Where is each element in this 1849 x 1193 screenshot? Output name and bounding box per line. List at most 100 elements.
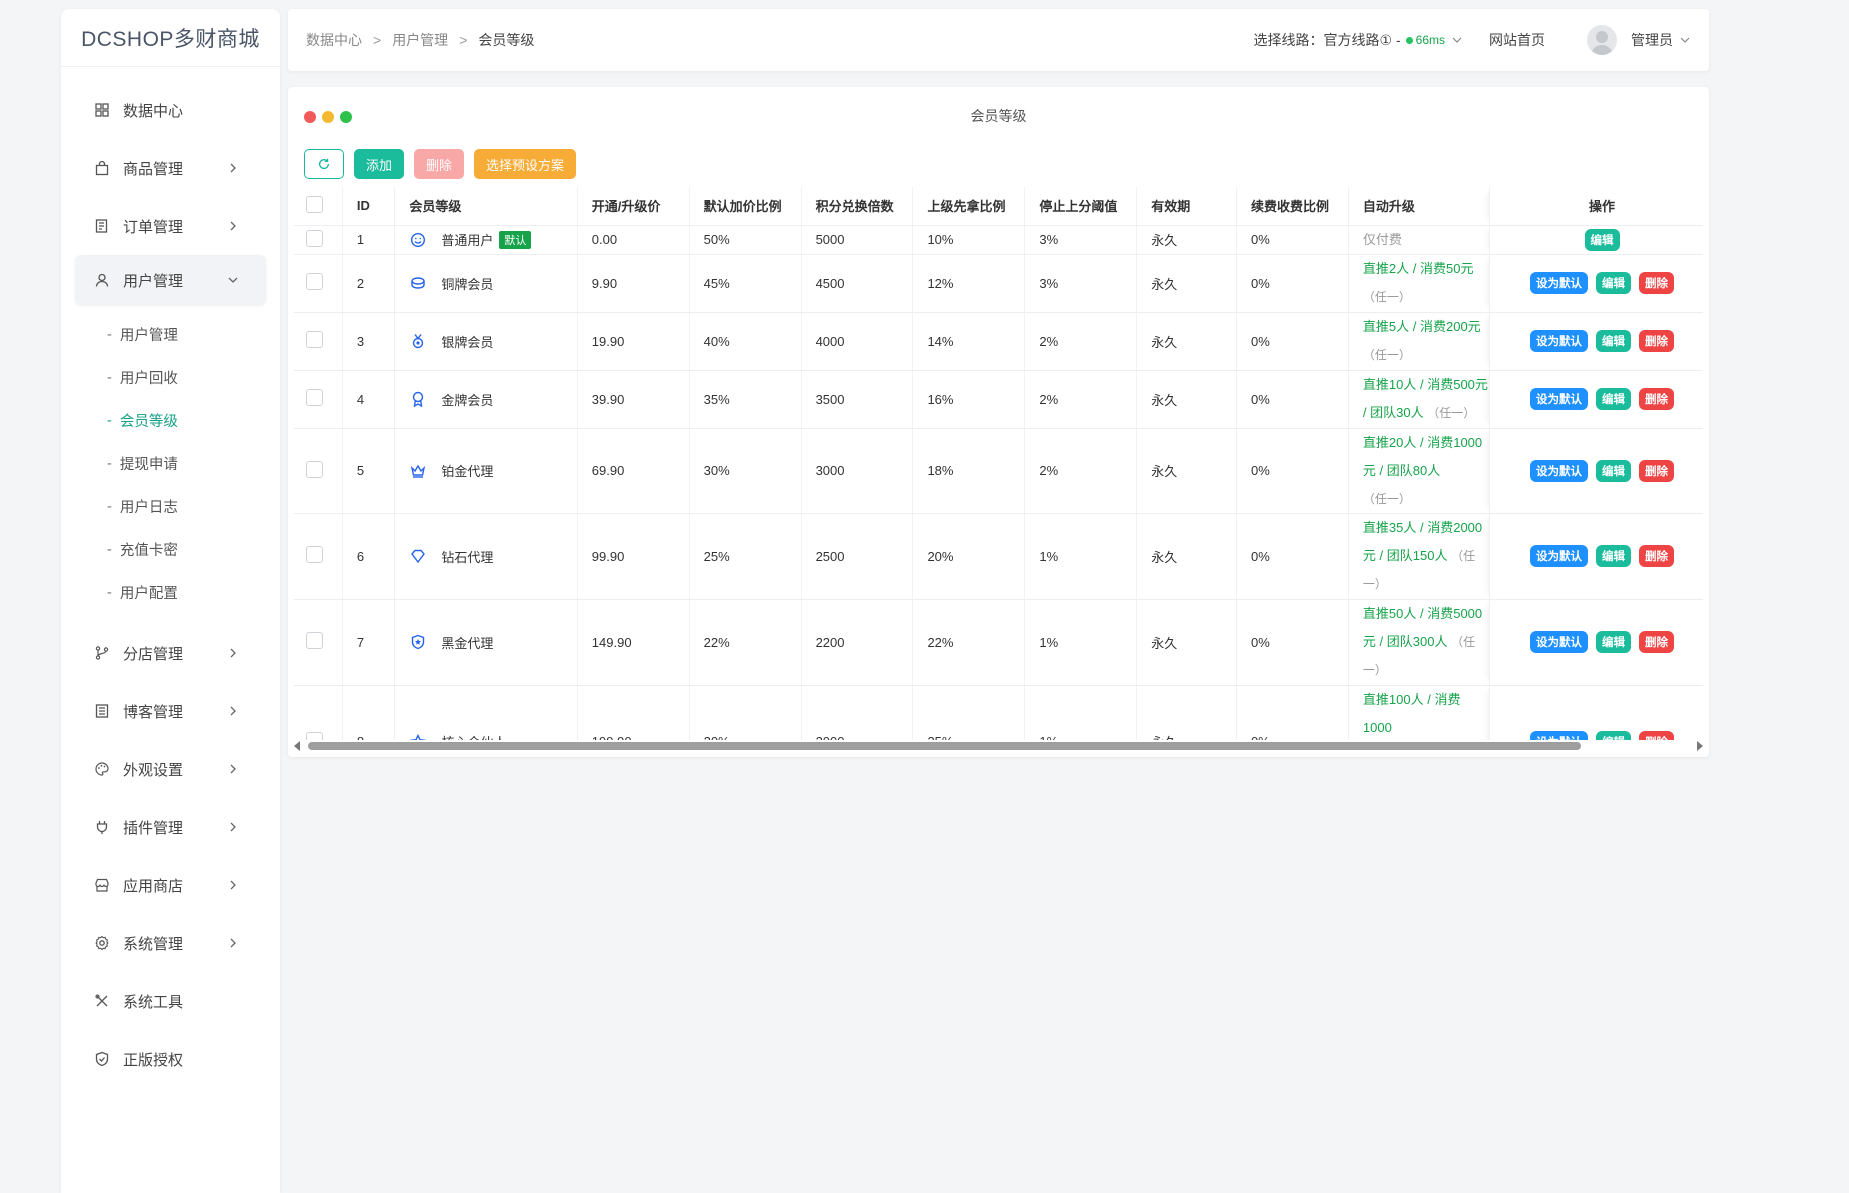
level-name: 铂金代理 bbox=[441, 464, 494, 479]
user-name: 管理员 bbox=[1631, 32, 1673, 48]
table-header-row: ID 会员等级 开通/升级价 默认加价比例 积分兑换倍数 上级先拿比例 停止上分阈值 有效期续… bbox=[294, 187, 1703, 226]
edit-button[interactable]: 编辑 bbox=[1596, 330, 1632, 352]
submenu-item[interactable]: - 提现申请 bbox=[61, 442, 280, 485]
tools-icon bbox=[93, 992, 111, 1010]
scroll-left-icon[interactable] bbox=[294, 741, 300, 751]
edit-button[interactable]: 编辑 bbox=[1596, 545, 1632, 567]
sidebar-item-shield-check[interactable]: 正版授权 bbox=[61, 1030, 280, 1088]
sidebar-item-branch[interactable]: 分店管理 bbox=[61, 624, 280, 682]
cell-operations: 设为默认编辑删除 bbox=[1489, 370, 1703, 429]
submenu-dash: - bbox=[107, 541, 112, 558]
sidebar-arrow bbox=[226, 161, 240, 175]
submenu-item[interactable]: - 充值卡密 bbox=[61, 528, 280, 571]
breadcrumb-item[interactable]: 用户管理 bbox=[392, 30, 448, 50]
sidebar-item-tools[interactable]: 系统工具 bbox=[61, 972, 280, 1030]
cell-auto-upgrade: 直推2人 / 消费50元 （任一） bbox=[1348, 254, 1491, 313]
refresh-button[interactable] bbox=[304, 149, 344, 179]
cell-auto-upgrade: 直推20人 / 消费1000 元 / 团队80人 （任一） bbox=[1348, 428, 1491, 514]
column-header: 续费收费比例 bbox=[1236, 187, 1349, 226]
cell-price: 99.90 bbox=[577, 513, 690, 600]
submenu-item[interactable]: - 用户管理 bbox=[61, 313, 280, 356]
cell-level: 银牌会员 bbox=[394, 312, 578, 371]
edit-button[interactable]: 编辑 bbox=[1596, 272, 1632, 294]
submenu-item[interactable]: - 用户配置 bbox=[61, 571, 280, 614]
submenu-label: 用户日志 bbox=[119, 500, 178, 516]
level-name: 铜牌会员 bbox=[441, 276, 494, 292]
set-default-button[interactable]: 设为默认 bbox=[1530, 388, 1589, 410]
level-wrap: 普通用户 默认 bbox=[409, 230, 576, 249]
row-delete-button[interactable]: 删除 bbox=[1639, 459, 1675, 482]
row-checkbox[interactable] bbox=[306, 273, 323, 290]
set-default-button[interactable]: 设为默认 bbox=[1530, 330, 1589, 352]
level-name: 黑金代理 bbox=[441, 635, 494, 651]
edit-button[interactable]: 编辑 bbox=[1596, 631, 1632, 653]
route-selector[interactable]: 选择线路：官方线路① - 66ms bbox=[1254, 30, 1463, 50]
edit-button[interactable]: 编辑 bbox=[1584, 228, 1620, 251]
sidebar-item-plug[interactable]: 插件管理 bbox=[61, 798, 280, 856]
edit-button[interactable]: 编辑 bbox=[1596, 730, 1632, 740]
row-delete-button[interactable]: 删除 bbox=[1639, 388, 1675, 410]
row-checkbox[interactable] bbox=[306, 731, 323, 740]
row-delete-button[interactable]: 删除 bbox=[1639, 631, 1675, 653]
sidebar-item-gear[interactable]: 系统管理 bbox=[61, 914, 280, 972]
row-checkbox[interactable] bbox=[306, 331, 323, 348]
select-all-checkbox[interactable] bbox=[306, 195, 323, 213]
level-name: 普通用户 bbox=[441, 233, 494, 248]
preset-button[interactable]: 选择预设方案 bbox=[474, 149, 577, 179]
scrollbar-thumb[interactable] bbox=[308, 742, 1581, 750]
row-checkbox[interactable] bbox=[306, 229, 323, 247]
submenu-item[interactable]: - 用户回收 bbox=[61, 356, 280, 399]
cell-validity: 永久 bbox=[1136, 225, 1238, 255]
horizontal-scrollbar[interactable] bbox=[294, 740, 1703, 752]
sidebar-item-order[interactable]: 订单管理 bbox=[61, 197, 280, 255]
submenu-dash: - bbox=[107, 326, 112, 343]
row-select-cell bbox=[294, 225, 343, 255]
sidebar-item-dashboard[interactable]: 数据中心 bbox=[61, 81, 280, 139]
row-delete-button[interactable]: 删除 bbox=[1639, 730, 1675, 740]
cell-points: 3000 bbox=[801, 428, 914, 514]
smile-icon bbox=[409, 231, 427, 249]
cell-renew: 0% bbox=[1236, 513, 1349, 600]
row-checkbox[interactable] bbox=[306, 460, 323, 478]
delete-button[interactable]: 删除 bbox=[414, 149, 465, 179]
sidebar-item-store[interactable]: 应用商店 bbox=[61, 856, 280, 914]
chevron-right-icon bbox=[230, 648, 236, 658]
row-delete-button[interactable]: 删除 bbox=[1639, 272, 1675, 294]
app-logo[interactable]: DCSHOP多财商城 bbox=[61, 9, 280, 67]
set-default-button[interactable]: 设为默认 bbox=[1530, 631, 1589, 653]
cell-operations: 设为默认编辑删除 bbox=[1489, 513, 1703, 600]
set-default-button[interactable]: 设为默认 bbox=[1530, 730, 1589, 740]
set-default-button[interactable]: 设为默认 bbox=[1530, 459, 1589, 482]
sidebar-item-palette[interactable]: 外观设置 bbox=[61, 740, 280, 798]
row-delete-button[interactable]: 删除 bbox=[1639, 330, 1675, 352]
cell-stop: 1% bbox=[1024, 599, 1138, 686]
edit-button[interactable]: 编辑 bbox=[1596, 459, 1632, 482]
set-default-button[interactable]: 设为默认 bbox=[1530, 272, 1589, 294]
submenu-item[interactable]: - 会员等级 bbox=[61, 399, 280, 442]
set-default-button[interactable]: 设为默认 bbox=[1530, 545, 1589, 567]
scroll-right-icon[interactable] bbox=[1697, 741, 1703, 751]
site-home-link[interactable]: 网站首页 bbox=[1489, 30, 1545, 50]
cell-auto-upgrade: 直推10人 / 消费500元 / 团队30人 （任一） bbox=[1348, 370, 1491, 429]
cell-auto-upgrade: 直推5人 / 消费200元 （任一） bbox=[1348, 312, 1491, 371]
add-button[interactable]: 添加 bbox=[354, 149, 405, 179]
row-checkbox[interactable] bbox=[306, 632, 323, 649]
cell-price: 149.90 bbox=[577, 599, 690, 686]
row-delete-button[interactable]: 删除 bbox=[1639, 545, 1675, 567]
avatar bbox=[1587, 25, 1617, 55]
row-checkbox[interactable] bbox=[306, 546, 323, 563]
edit-button[interactable]: 编辑 bbox=[1596, 388, 1632, 410]
auto-upgrade-text: 仅付费 bbox=[1363, 226, 1489, 254]
user-menu[interactable]: 管理员 bbox=[1587, 25, 1691, 55]
sidebar-arrow bbox=[226, 878, 240, 892]
cell-renew: 0% bbox=[1236, 599, 1349, 686]
breadcrumb-item[interactable]: 数据中心 bbox=[306, 30, 362, 50]
cell-stop: 2% bbox=[1024, 370, 1138, 429]
sidebar-item-blog[interactable]: 博客管理 bbox=[61, 682, 280, 740]
auto-upgrade-line: 元 / 团队80人 bbox=[1362, 462, 1441, 478]
row-checkbox[interactable] bbox=[306, 389, 323, 406]
sidebar-item-bag[interactable]: 商品管理 bbox=[61, 139, 280, 197]
sidebar-item-user[interactable]: 用户管理 bbox=[75, 255, 266, 305]
cell-auto-upgrade: 仅付费 bbox=[1348, 225, 1491, 255]
submenu-item[interactable]: - 用户日志 bbox=[61, 485, 280, 528]
